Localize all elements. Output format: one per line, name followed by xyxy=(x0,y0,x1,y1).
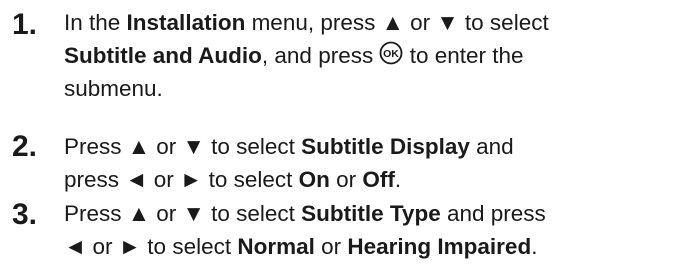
option-name: Subtitle and Audio xyxy=(64,43,262,68)
step-text: Press ▲ or ▼ to select Subtitle Display … xyxy=(64,130,679,196)
step-line: Press ▲ or ▼ to select Subtitle Type and… xyxy=(64,197,679,230)
text-run: submenu. xyxy=(64,76,163,101)
step-number: 2. xyxy=(12,130,38,163)
text-run: to enter the xyxy=(403,43,524,68)
step-number: 3. xyxy=(12,198,38,231)
menu-name: Installation xyxy=(126,10,246,35)
step-line: press ◄ or ► to select On or Off. xyxy=(64,163,679,196)
text-run: menu, press ▲ or ▼ to select xyxy=(245,10,549,35)
step-line: Press ▲ or ▼ to select Subtitle Display … xyxy=(64,130,679,163)
value-name: Normal xyxy=(237,234,315,259)
step-line: Subtitle and Audio, and press OK to ente… xyxy=(64,39,679,72)
step-text: Press ▲ or ▼ to select Subtitle Type and… xyxy=(64,197,679,263)
step-number: 1. xyxy=(12,8,38,41)
value-name: Hearing Impaired xyxy=(347,234,532,259)
text-run: In the xyxy=(64,10,127,35)
text-run: ◄ or ► to select xyxy=(64,234,238,259)
ok-button-icon: OK xyxy=(379,41,403,65)
ok-icon-label: OK xyxy=(384,48,400,60)
option-name: Subtitle Display xyxy=(301,134,470,159)
text-run: Press ▲ or ▼ to select xyxy=(64,201,302,226)
text-run: or xyxy=(329,167,363,192)
step-text: In the Installation menu, press ▲ or ▼ t… xyxy=(64,6,679,105)
step-line: ◄ or ► to select Normal or Hearing Impai… xyxy=(64,230,679,263)
step-line: submenu. xyxy=(64,72,679,105)
text-run: , and press xyxy=(261,43,380,68)
instruction-steps: 1. In the Installation menu, press ▲ or … xyxy=(0,0,683,279)
text-run: . xyxy=(394,167,402,192)
text-run: press ◄ or ► to select xyxy=(64,167,299,192)
text-run: and press xyxy=(440,201,546,226)
value-name: On xyxy=(298,167,330,192)
option-name: Subtitle Type xyxy=(301,201,441,226)
text-run: Press ▲ or ▼ to select xyxy=(64,134,302,159)
text-run: or xyxy=(314,234,348,259)
value-name: Off xyxy=(362,167,395,192)
text-run: and xyxy=(469,134,514,159)
step-line: In the Installation menu, press ▲ or ▼ t… xyxy=(64,6,679,39)
text-run: . xyxy=(531,234,538,259)
